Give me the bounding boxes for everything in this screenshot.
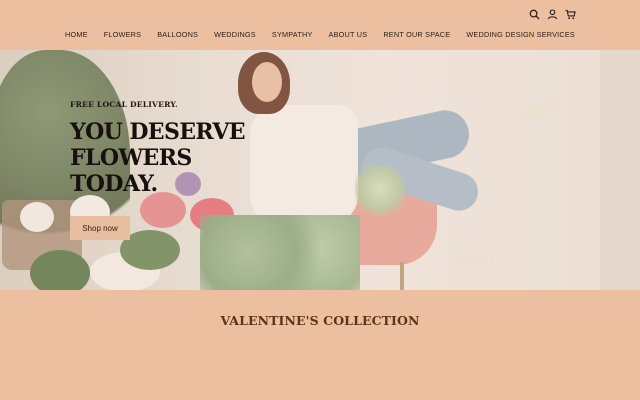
nav-item-sympathy[interactable]: SYMPATHY [264,30,321,39]
nav-item-home[interactable]: HOME [57,30,96,39]
shop-now-button[interactable]: Shop now [70,216,130,240]
nav-item-rent-our-space[interactable]: RENT OUR SPACE [375,30,458,39]
account-icon[interactable] [546,8,558,20]
nav-item-balloons[interactable]: BALLOONS [149,30,206,39]
header-icons [528,8,576,20]
hero-headline-line: YOU DESERVE [70,119,246,145]
cart-icon[interactable] [564,8,576,20]
site-header: HOME FLOWERS BALLOONS WEDDINGS SYMPATHY … [0,0,640,50]
search-icon[interactable] [528,8,540,20]
hero-text-block: FREE LOCAL DELIVERY. YOU DESERVE FLOWERS… [70,100,270,240]
hero-kicker: FREE LOCAL DELIVERY. [70,100,178,109]
nav-item-weddings[interactable]: WEDDINGS [206,30,264,39]
hero-headline-line: FLOWERS [70,145,192,171]
hero-headline: YOU DESERVE FLOWERS TODAY. [70,119,270,197]
hero-headline-line: TODAY. [70,171,158,197]
nav-item-about-us[interactable]: ABOUT US [321,30,376,39]
hero-banner: FREE LOCAL DELIVERY. YOU DESERVE FLOWERS… [0,50,640,290]
nav-item-wedding-design-services[interactable]: WEDDING DESIGN SERVICES [458,30,583,39]
main-navigation: HOME FLOWERS BALLOONS WEDDINGS SYMPATHY … [0,30,640,39]
collection-title: VALENTINE'S COLLECTION [220,313,420,328]
nav-item-flowers[interactable]: FLOWERS [96,30,149,39]
